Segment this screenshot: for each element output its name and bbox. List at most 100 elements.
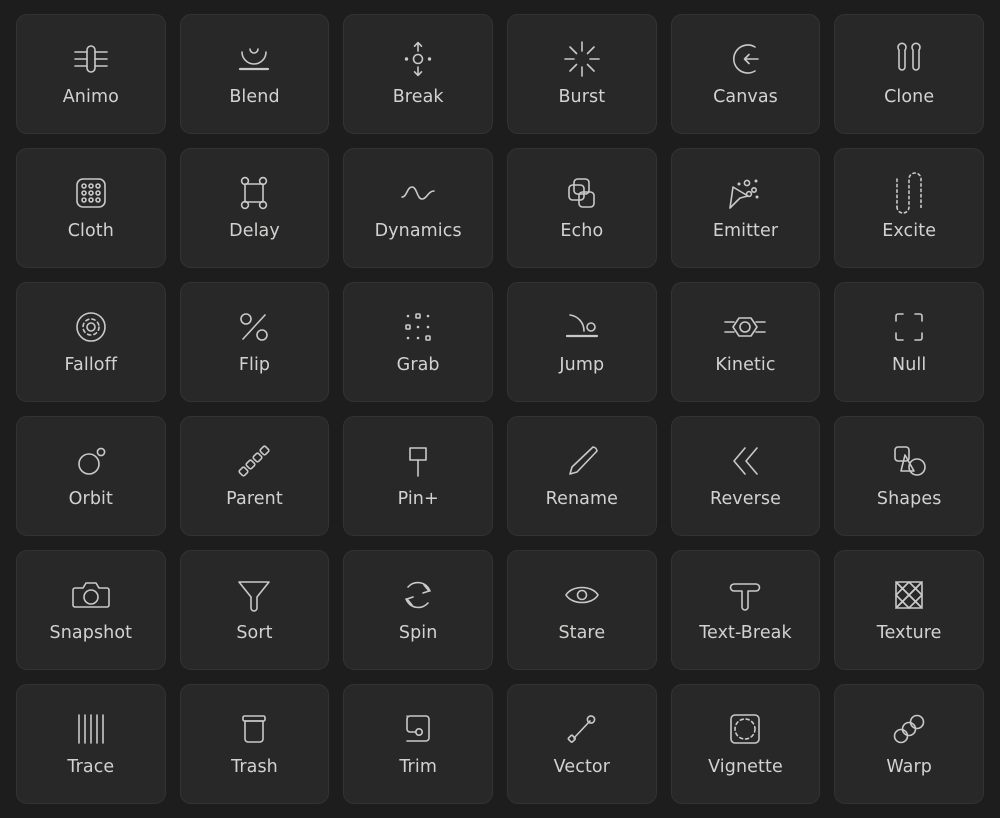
icon-tile-falloff[interactable]: Falloff — [16, 282, 166, 402]
icon-tile-label: Trim — [399, 757, 437, 778]
icon-tile-label: Kinetic — [715, 355, 776, 376]
rounded-square-dot-grid-icon — [68, 170, 114, 216]
icon-tile-pin-[interactable]: Pin+ — [343, 416, 493, 536]
icon-tile-vignette[interactable]: Vignette — [670, 684, 821, 804]
icon-tile-label: Texture — [876, 623, 942, 644]
icon-tile-reverse[interactable]: Reverse — [670, 416, 821, 536]
square-dashed-circle-icon — [722, 706, 768, 752]
circle-up-down-arrows-icon — [395, 36, 441, 82]
icon-tile-label: Pin+ — [397, 489, 439, 510]
icon-tile-label: Parent — [226, 489, 283, 510]
icon-tile-cloth[interactable]: Cloth — [16, 148, 166, 268]
icon-tile-vector[interactable]: Vector — [507, 684, 657, 804]
icon-tile-label: Blend — [229, 87, 280, 108]
icon-tile-spin[interactable]: Spin — [343, 550, 493, 670]
icon-tile-sort[interactable]: Sort — [179, 550, 330, 670]
icon-tile-label: Reverse — [709, 489, 782, 510]
icon-tile-excite[interactable]: Excite — [834, 148, 984, 268]
icon-tile-label: Canvas — [713, 87, 778, 108]
icon-tile-orbit[interactable]: Orbit — [16, 416, 166, 536]
icon-tile-label: Flip — [238, 355, 271, 376]
icon-tile-dynamics[interactable]: Dynamics — [343, 148, 493, 268]
pencil-icon — [559, 438, 605, 484]
icon-tile-label: Jump — [559, 355, 605, 376]
starburst-rays-icon — [559, 36, 605, 82]
icon-tile-trash[interactable]: Trash — [179, 684, 330, 804]
icon-tile-burst[interactable]: Burst — [507, 14, 657, 134]
trash-bin-icon — [231, 706, 277, 752]
icon-tile-delay[interactable]: Delay — [179, 148, 330, 268]
icon-tile-jump[interactable]: Jump — [507, 282, 657, 402]
icon-tile-shapes[interactable]: Shapes — [834, 416, 984, 536]
eye-icon — [559, 572, 605, 618]
icon-grid: Animo Blend Break Burst Canvas Clone Cloth Dela… — [0, 0, 1000, 818]
push-pin-icon — [395, 438, 441, 484]
icon-tile-label: Vignette — [708, 757, 783, 778]
icon-tile-label: Stare — [558, 623, 606, 644]
icon-tile-label: Spin — [398, 623, 438, 644]
double-chevron-left-icon — [722, 438, 768, 484]
circle-arrow-inward-icon — [722, 36, 768, 82]
icon-tile-label: Grab — [396, 355, 440, 376]
icon-tile-label: Break — [392, 87, 444, 108]
icon-tile-label: Emitter — [712, 221, 779, 242]
icon-tile-label: Vector — [553, 757, 611, 778]
icon-tile-blend[interactable]: Blend — [179, 14, 330, 134]
icon-tile-label: Warp — [886, 757, 932, 778]
icon-tile-label: Dynamics — [374, 221, 462, 242]
icon-tile-null[interactable]: Null — [834, 282, 984, 402]
icon-tile-emitter[interactable]: Emitter — [670, 148, 821, 268]
icon-tile-stare[interactable]: Stare — [507, 550, 657, 670]
funnel-icon — [231, 572, 277, 618]
icon-tile-label: Snapshot — [49, 623, 133, 644]
camera-icon — [68, 572, 114, 618]
letter-t-outline-icon — [722, 572, 768, 618]
chip-capsule-icon — [68, 36, 114, 82]
icon-tile-rename[interactable]: Rename — [507, 416, 657, 536]
icon-tile-grab[interactable]: Grab — [343, 282, 493, 402]
cross-hatch-square-icon — [886, 572, 932, 618]
icon-tile-label: Shapes — [876, 489, 942, 510]
scatter-dots-icon — [395, 304, 441, 350]
tally-bars-icon — [68, 706, 114, 752]
circle-with-satellite-icon — [68, 438, 114, 484]
dashed-crop-corners-icon — [886, 304, 932, 350]
icon-tile-label: Burst — [558, 87, 606, 108]
icon-tile-text-break[interactable]: Text-Break — [670, 550, 821, 670]
icon-tile-echo[interactable]: Echo — [507, 148, 657, 268]
icon-tile-label: Null — [892, 355, 927, 376]
percent-icon — [231, 304, 277, 350]
icon-tile-break[interactable]: Break — [343, 14, 493, 134]
dashed-serpentine-icon — [886, 170, 932, 216]
icon-tile-label: Orbit — [68, 489, 113, 510]
icon-tile-label: Rename — [545, 489, 619, 510]
rounded-rect-cut-node-icon — [395, 706, 441, 752]
icon-tile-clone[interactable]: Clone — [834, 14, 984, 134]
icon-tile-label: Falloff — [64, 355, 118, 376]
two-pin-capsules-icon — [886, 36, 932, 82]
icon-tile-label: Excite — [882, 221, 937, 242]
bowl-arc-over-line-icon — [231, 36, 277, 82]
icon-tile-flip[interactable]: Flip — [179, 282, 330, 402]
icon-tile-label: Animo — [62, 87, 119, 108]
icon-tile-label: Trash — [231, 757, 278, 778]
arc-to-circle-over-line-icon — [559, 304, 605, 350]
icon-tile-label: Sort — [236, 623, 273, 644]
diagonal-chain-squares-icon — [231, 438, 277, 484]
icon-tile-parent[interactable]: Parent — [179, 416, 330, 536]
icon-tile-label: Trace — [67, 757, 115, 778]
square-triangle-circle-icon — [886, 438, 932, 484]
icon-tile-kinetic[interactable]: Kinetic — [670, 282, 821, 402]
icon-tile-animo[interactable]: Animo — [16, 14, 166, 134]
icon-tile-label: Clone — [884, 87, 935, 108]
icon-tile-texture[interactable]: Texture — [834, 550, 984, 670]
icon-tile-snapshot[interactable]: Snapshot — [16, 550, 166, 670]
stacked-squares-icon — [559, 170, 605, 216]
icon-tile-trace[interactable]: Trace — [16, 684, 166, 804]
icon-tile-warp[interactable]: Warp — [834, 684, 984, 804]
icon-tile-trim[interactable]: Trim — [343, 684, 493, 804]
sine-wave-icon — [395, 170, 441, 216]
icon-tile-canvas[interactable]: Canvas — [670, 14, 821, 134]
icon-tile-label: Delay — [229, 221, 280, 242]
icon-tile-label: Text-Break — [699, 623, 792, 644]
